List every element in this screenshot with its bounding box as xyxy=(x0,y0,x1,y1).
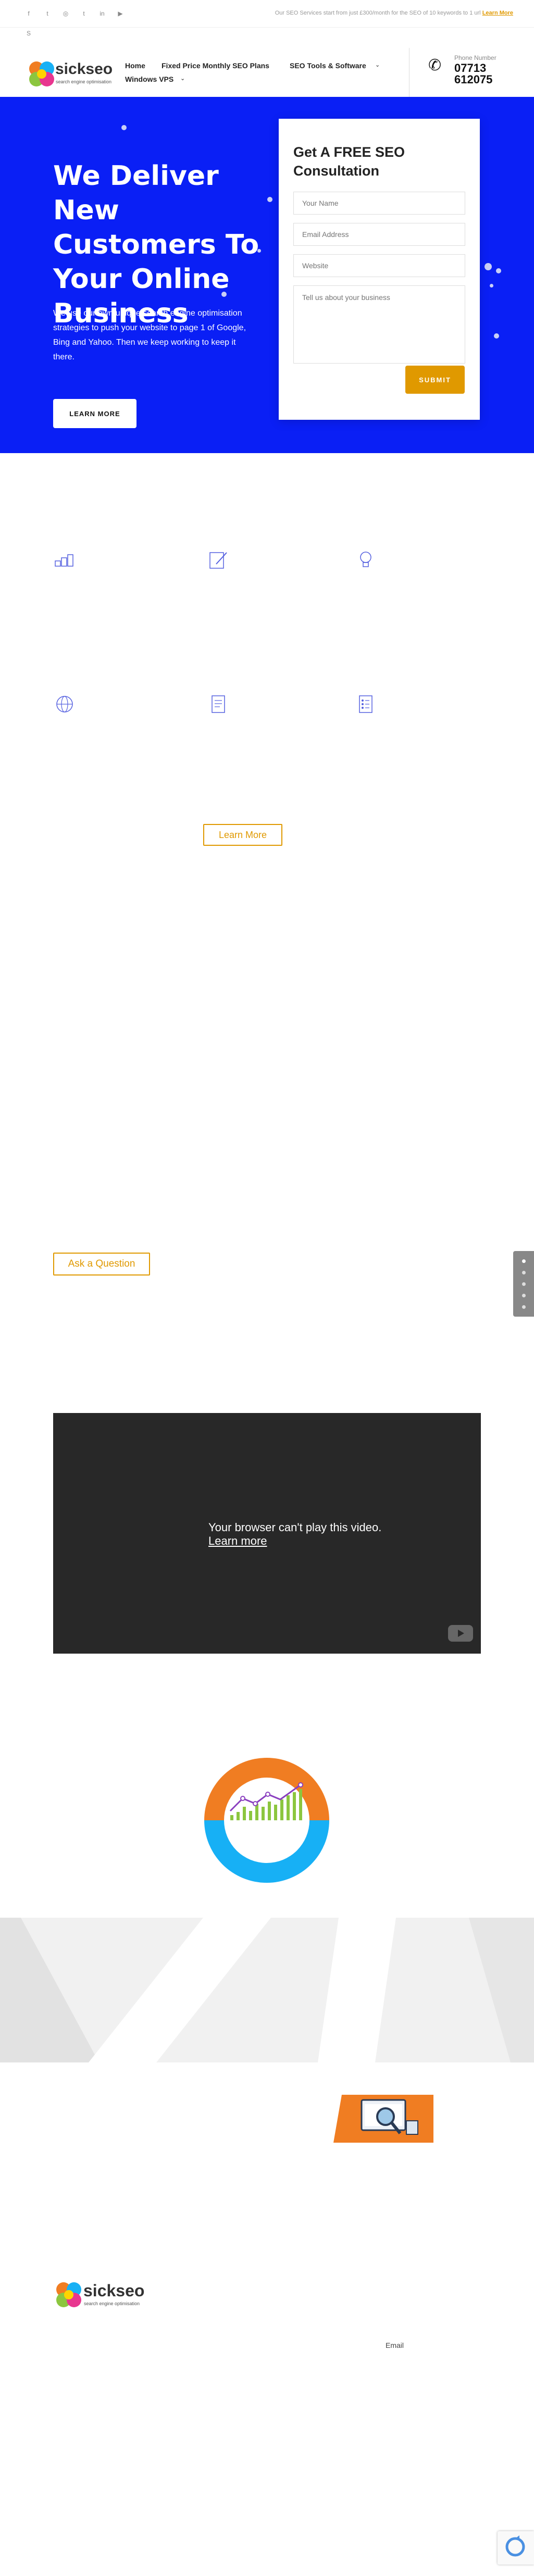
logo-mark-icon xyxy=(29,61,54,86)
section-nav-dot[interactable] xyxy=(522,1294,526,1297)
footer-logo-name: sickseo xyxy=(83,2281,145,2300)
nav-home[interactable]: Home xyxy=(125,61,145,70)
email-field[interactable] xyxy=(293,223,465,246)
footer-logo-tagline: search engine optimisation xyxy=(84,2301,140,2306)
facebook-icon[interactable]: f xyxy=(24,9,33,18)
promo-text: Our SEO Services start from just £300/mo… xyxy=(275,10,481,16)
chevron-down-icon: ⌄ xyxy=(375,62,380,68)
twitter-icon[interactable]: t xyxy=(43,9,52,18)
youtube-icon[interactable]: ▶ xyxy=(116,9,125,18)
decorative-dot xyxy=(496,268,501,273)
chart-bars-icon xyxy=(55,554,73,567)
recaptcha-badge[interactable] xyxy=(498,2531,534,2565)
promo-banner: Our SEO Services start from just £300/mo… xyxy=(275,10,513,16)
website-field[interactable] xyxy=(293,254,465,277)
decorative-dot xyxy=(485,263,492,270)
youtube-logo-icon[interactable] xyxy=(448,1625,473,1642)
chevron-down-icon: ⌄ xyxy=(180,76,185,82)
decorative-dot xyxy=(494,333,499,339)
footer-logo[interactable]: sickseo search engine optimisation xyxy=(53,2279,147,2310)
globe-icon xyxy=(56,696,73,712)
promo-learn-more-link[interactable]: Learn More xyxy=(482,10,513,16)
submit-button[interactable]: SUBMIT xyxy=(405,366,465,394)
hero-title: We Deliver New Customers To Your Online … xyxy=(53,160,259,329)
seo-magnifier-image xyxy=(333,2095,433,2143)
hero-learn-more-button[interactable]: LEARN MORE xyxy=(53,399,136,428)
decorative-dot xyxy=(121,125,127,130)
tumblr-icon[interactable]: t xyxy=(80,9,88,18)
phone-icon: ✆ xyxy=(428,57,442,74)
video-learn-more-link[interactable]: Learn more xyxy=(208,1534,267,1548)
nav-fixed-price-plans[interactable]: Fixed Price Monthly SEO Plans xyxy=(162,61,269,70)
linkedin-icon[interactable]: in xyxy=(98,9,106,18)
checklist-icon xyxy=(359,695,372,713)
section-nav-dot[interactable] xyxy=(522,1282,526,1286)
section-nav-dot[interactable] xyxy=(522,1271,526,1274)
hero-text: We use our own unique search engine opti… xyxy=(53,309,246,361)
features-learn-more-button[interactable]: Learn More xyxy=(203,824,282,846)
phone-label: Phone Number xyxy=(454,54,496,61)
skype-icon[interactable]: S xyxy=(24,29,33,37)
document-icon xyxy=(212,695,225,713)
section-nav-dot[interactable] xyxy=(522,1305,526,1309)
phone-number[interactable]: 07713 612075 xyxy=(454,62,496,85)
nav-windows-vps[interactable]: Windows VPS xyxy=(125,75,173,83)
ask-question-button[interactable]: Ask a Question xyxy=(53,1253,150,1276)
seo-growth-graphic xyxy=(204,1758,329,1883)
name-field[interactable] xyxy=(293,192,465,215)
logo-tagline: search engine optimisation xyxy=(56,79,112,84)
logo-name: sickseo xyxy=(55,60,113,78)
footer-email-label: Email xyxy=(386,2341,404,2349)
decorative-dot xyxy=(490,284,493,287)
recaptcha-icon xyxy=(505,2535,525,2557)
site-logo[interactable]: sickseo search engine optimisation xyxy=(26,58,115,90)
logo-mark-icon xyxy=(56,2282,81,2307)
lightbulb-icon xyxy=(360,552,371,567)
edit-document-icon xyxy=(209,552,227,569)
instagram-icon[interactable]: ◎ xyxy=(61,9,70,18)
video-error-message: Your browser can't play this video. xyxy=(208,1521,382,1534)
section-nav-dot[interactable] xyxy=(522,1259,526,1263)
form-title: Get A FREE SEO Consultation xyxy=(293,144,405,179)
message-field[interactable] xyxy=(293,285,465,364)
decorative-band xyxy=(0,1918,534,2062)
nav-seo-tools[interactable]: SEO Tools & Software xyxy=(290,61,366,70)
